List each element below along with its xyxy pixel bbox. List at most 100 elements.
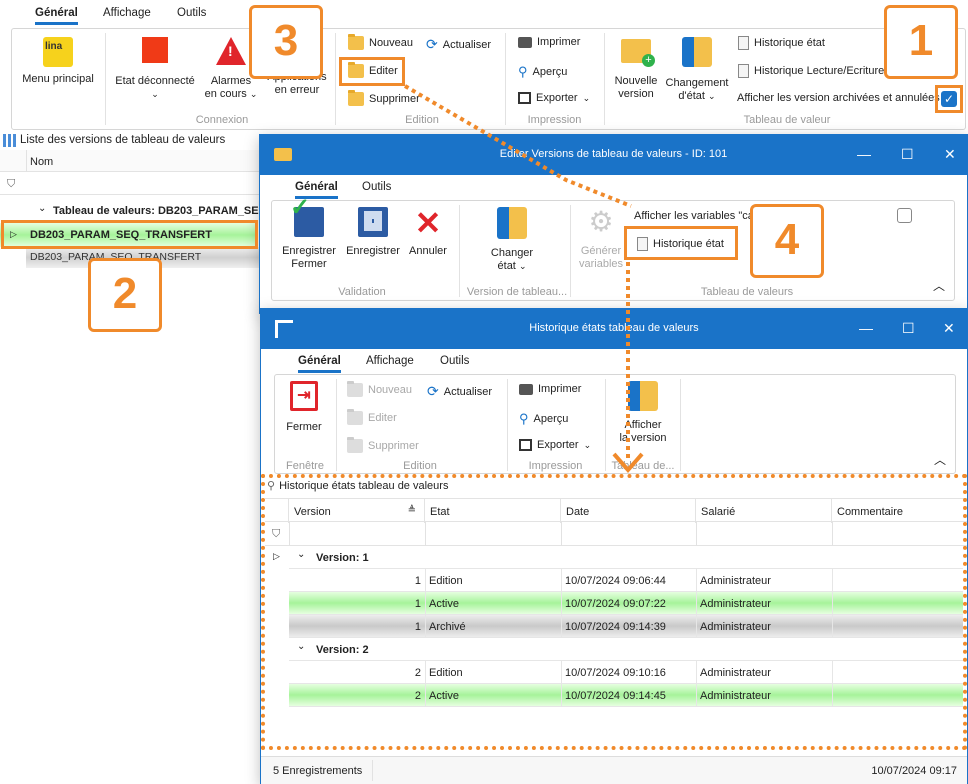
state-change-icon [497, 207, 527, 239]
edition-group-label: Edition [403, 460, 437, 472]
changer-etat-label: Changer état [490, 247, 534, 272]
validation-group-label: Validation [338, 286, 386, 298]
folder-delete-icon [347, 437, 363, 453]
etat-deconnecte-label: Etat déconnecté [115, 75, 195, 87]
maximize-icon[interactable]: ☐ [902, 320, 915, 337]
generer-label: Générer variables [578, 245, 624, 270]
chevron-down-icon: ⌄ [583, 439, 592, 450]
callout-3: 3 [249, 5, 323, 79]
nouveau-button[interactable]: Nouveau [348, 34, 414, 50]
close-icon[interactable]: ✕ [943, 320, 955, 337]
maximize-icon[interactable]: ☐ [901, 146, 914, 163]
tab-general[interactable]: Général [295, 181, 338, 199]
history-doc-icon [738, 64, 749, 78]
supprimer-label: Supprimer [368, 440, 419, 452]
historique-etat-button[interactable]: Historique état [738, 36, 825, 50]
afficher-version-button[interactable]: Afficher la version [611, 381, 675, 445]
history-doc-icon [738, 36, 749, 50]
nouveau-label: Nouveau [369, 37, 414, 49]
exporter-label: Exporter [537, 439, 579, 451]
list-group-header: Tableau de valeurs: DB203_PARAM_SEQ_TRAN… [53, 205, 261, 217]
state-change-icon [682, 37, 712, 67]
tableau-valeurs-group-label: Tableau de valeurs [700, 286, 794, 298]
afficher-version-label: Afficher la version [619, 419, 667, 444]
edit-titlebar: Editer Versions de tableau de valeurs - … [260, 135, 967, 175]
supprimer-button[interactable]: Supprimer [348, 90, 420, 106]
chevron-down-icon: ⌄ [708, 91, 716, 101]
connexion-group-label: Connexion [195, 114, 249, 126]
chevron-down-icon: ⌄ [518, 261, 527, 271]
imprimer-button[interactable]: Imprimer [518, 36, 580, 48]
changer-etat-button[interactable]: Changer état ⌄ [472, 207, 552, 273]
tab-general[interactable]: Général [35, 7, 78, 25]
tableau-valeur-group-label: Tableau de valeur [743, 114, 831, 126]
supprimer-label: Supprimer [369, 93, 420, 105]
magnifier-icon: ⚲ [519, 411, 529, 426]
callout-4: 4 [750, 204, 824, 278]
tab-general[interactable]: Général [298, 355, 341, 373]
tableau-group-label: Tableau de... [611, 460, 675, 472]
editer-button[interactable]: Editer [347, 409, 397, 425]
close-icon[interactable]: ✕ [944, 146, 956, 163]
imprimer-label: Imprimer [537, 36, 581, 48]
collapse-ribbon-icon[interactable]: ︿ [934, 451, 946, 468]
historique-lecture-ecriture-button[interactable]: Historique Lecture/Ecriture [738, 64, 884, 78]
tab-affichage[interactable]: Affichage [366, 355, 414, 367]
afficher-variables-checkbox[interactable] [897, 208, 912, 223]
gear-icon: ⚙ [588, 206, 614, 237]
tab-affichage[interactable]: Affichage [103, 7, 151, 19]
apercu-label: Aperçu [532, 66, 568, 78]
folder-edit-icon [347, 409, 363, 425]
tab-outils[interactable]: Outils [440, 355, 469, 367]
enregistrer-label: Enregistrer [346, 245, 400, 257]
edit-ribbon: ✓ Enregistrer Fermer Enregistrer ✕ Annul… [271, 196, 955, 301]
callout-number: 4 [774, 215, 800, 264]
generer-variables-button[interactable]: ⚙ Générer variables [575, 207, 627, 271]
enregistrer-fermer-button[interactable]: ✓ Enregistrer Fermer [276, 196, 342, 271]
callout-number: 2 [112, 269, 138, 318]
annuler-label: Annuler [409, 245, 447, 257]
historique-le-label: Historique Lecture/Ecriture [754, 65, 885, 77]
impression-group-label: Impression [527, 114, 582, 126]
exporter-label: Exporter [536, 92, 578, 104]
annuler-button[interactable]: ✕ Annuler [404, 207, 452, 258]
actualiser-button[interactable]: ⟳ Actualiser [426, 36, 491, 53]
history-titlebar: Historique états tableau de valeurs — ☐ … [261, 309, 967, 349]
afficher-archivees-label: Afficher les version archivées et annulé… [737, 92, 940, 104]
filter-row[interactable]: ⛉ [0, 173, 262, 195]
tab-outils[interactable]: Outils [177, 7, 206, 19]
imprimer-button[interactable]: Imprimer [519, 383, 581, 395]
changement-etat-button[interactable]: Changement d'état ⌄ [662, 37, 732, 103]
minimize-icon[interactable]: — [859, 320, 873, 336]
folder-delete-icon [348, 90, 364, 106]
actualiser-label: Actualiser [442, 38, 492, 51]
collapse-ribbon-icon[interactable]: ︿ [933, 277, 945, 294]
chevron-down-icon[interactable]: ⌄ [38, 203, 46, 214]
supprimer-button[interactable]: Supprimer [347, 437, 419, 453]
refresh-icon: ⟳ [427, 383, 439, 399]
column-header-nom[interactable]: Nom [30, 156, 53, 168]
fermer-button[interactable]: ⇥ Fermer [281, 381, 327, 434]
version-view-icon [628, 381, 658, 411]
editer-label: Editer [368, 412, 397, 424]
nouvelle-version-button[interactable]: + Nouvelle version [610, 37, 662, 101]
enregistrer-button[interactable]: Enregistrer [342, 207, 404, 258]
magnifier-icon: ⚲ [518, 64, 528, 79]
callout-number: 3 [273, 16, 299, 65]
etat-deconnecte-button[interactable]: Etat déconnecté ⌄ [110, 37, 200, 101]
highlight-selected-row [1, 220, 258, 249]
menu-principal-button[interactable]: lina Menu principal [18, 37, 98, 86]
tab-outils[interactable]: Outils [362, 181, 391, 193]
folder-new-icon [348, 34, 364, 50]
exporter-button[interactable]: Exporter ⌄ [518, 92, 590, 104]
filter-icon: ⛉ [7, 178, 16, 190]
actualiser-button[interactable]: ⟳ Actualiser [427, 383, 492, 400]
minimize-icon[interactable]: — [857, 146, 871, 162]
nouveau-button[interactable]: Nouveau [347, 381, 412, 397]
exporter-button[interactable]: Exporter ⌄ [519, 439, 591, 451]
highlight-history-grid [261, 474, 967, 750]
apercu-button[interactable]: ⚲ Aperçu [519, 411, 568, 427]
apercu-button[interactable]: ⚲ Aperçu [518, 64, 567, 80]
save-icon [358, 207, 388, 237]
impression-group-label: Impression [528, 460, 583, 472]
